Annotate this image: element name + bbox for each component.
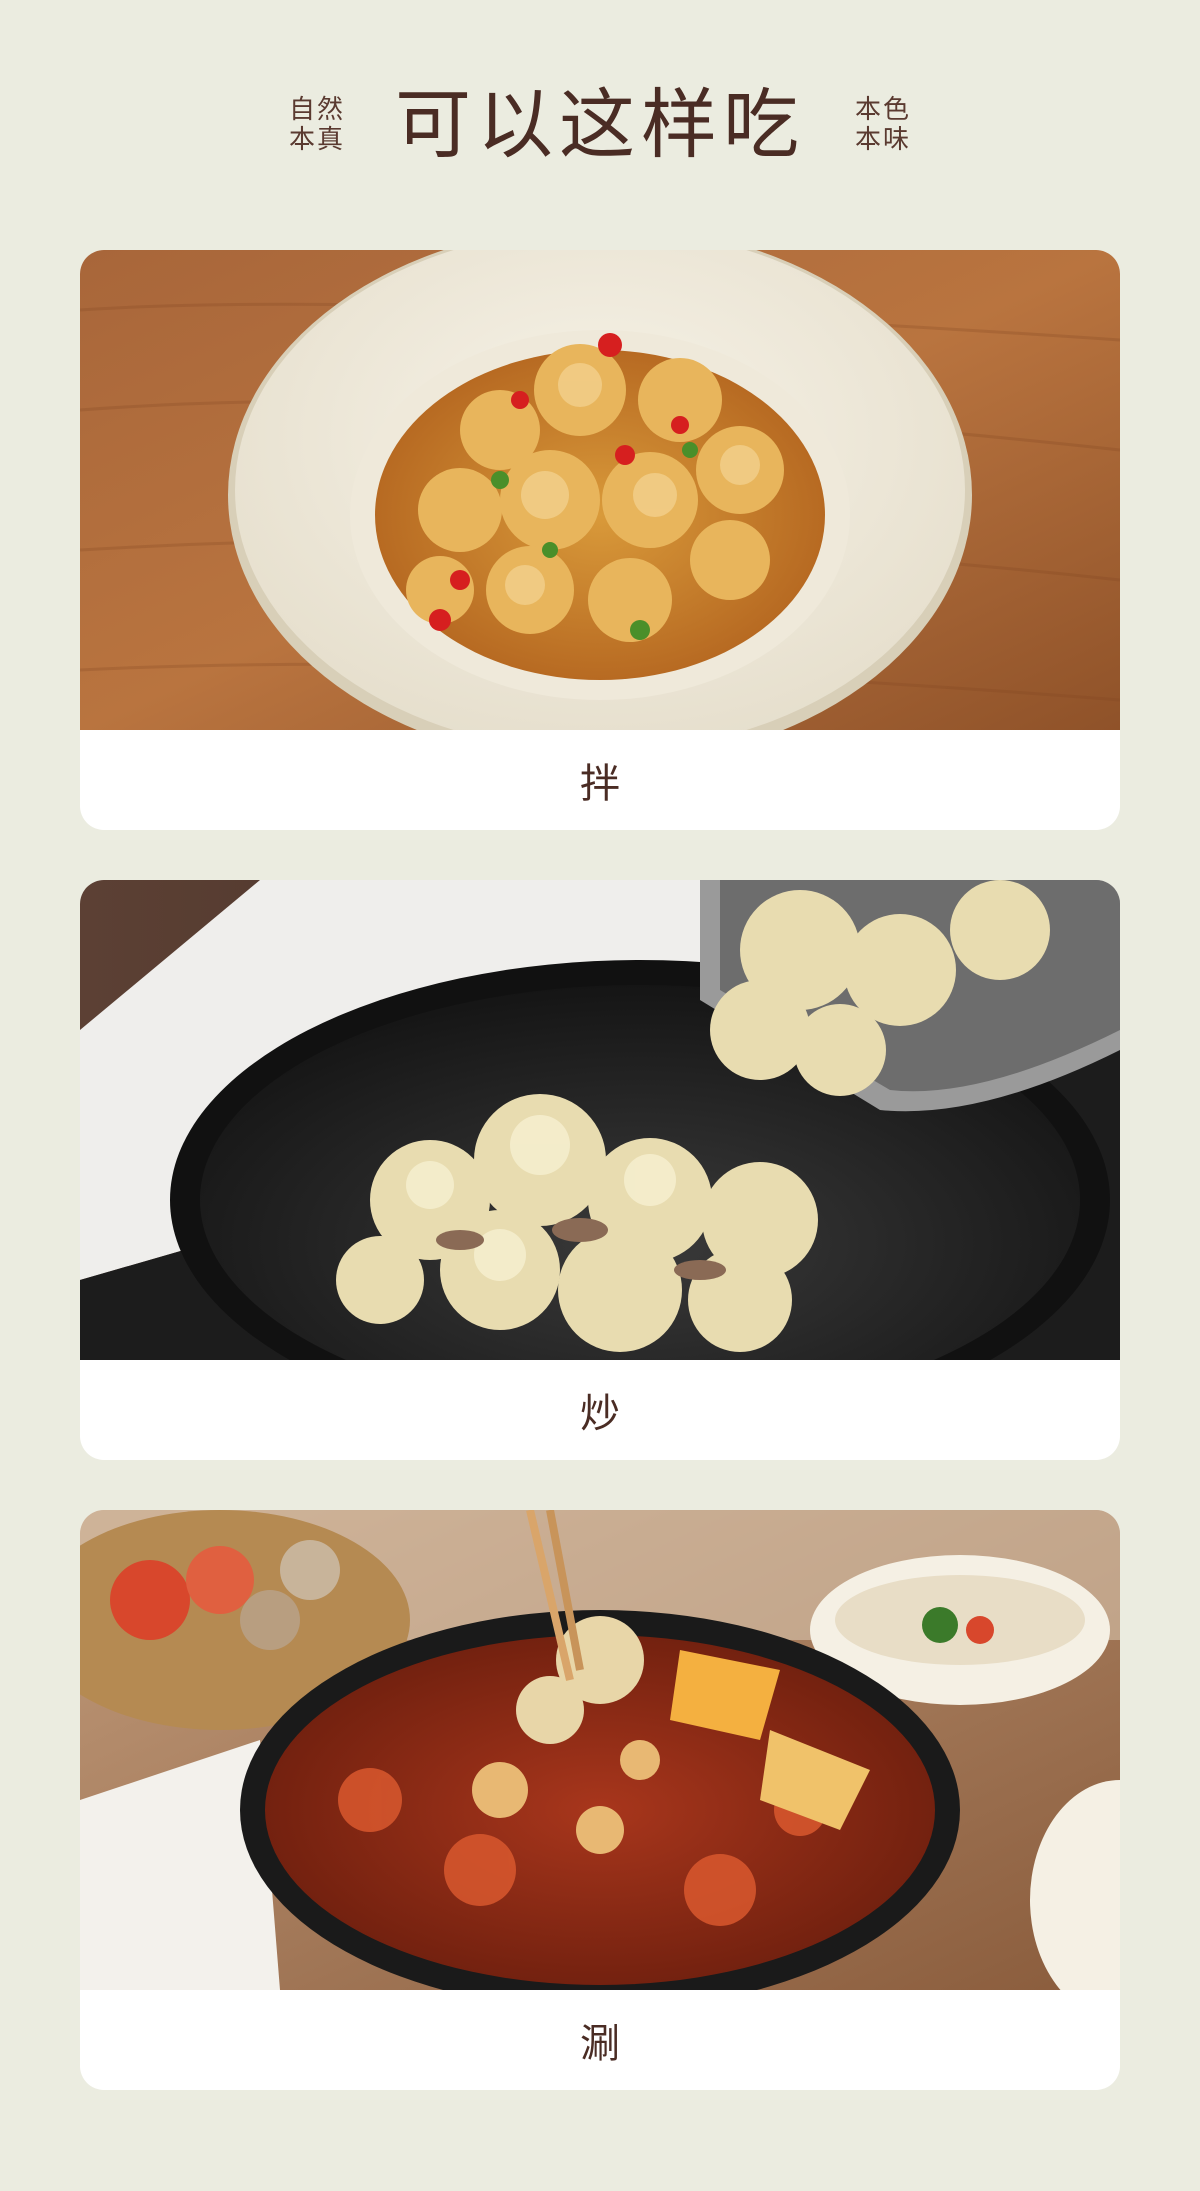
recipe-card-stir-fry[interactable]: 炒 <box>80 880 1120 1460</box>
tag-right: 本色 本味 <box>855 95 911 155</box>
page-header: 自然 本真 可以这样吃 本色 本味 <box>0 0 1200 250</box>
hotpot-photo <box>80 1510 1120 1990</box>
tag-right-line1: 本色 <box>855 95 912 125</box>
caption-stir-fry: 炒 <box>580 1391 620 1437</box>
tag-right-line2: 本味 <box>855 125 912 155</box>
tag-left-line2: 本真 <box>288 125 345 155</box>
recipe-card-mixed[interactable]: 拌 <box>80 250 1120 830</box>
stir-fry-photo <box>80 880 1120 1360</box>
tag-left-line1: 自然 <box>288 95 345 125</box>
recipe-card-hotpot[interactable]: 涮 <box>80 1510 1120 2090</box>
caption-hotpot: 涮 <box>580 2021 620 2067</box>
tag-left: 自然 本真 <box>289 95 345 155</box>
mixed-dish-photo <box>80 250 1120 730</box>
page-title: 可以这样吃 <box>395 80 805 169</box>
caption-mixed: 拌 <box>580 761 620 807</box>
